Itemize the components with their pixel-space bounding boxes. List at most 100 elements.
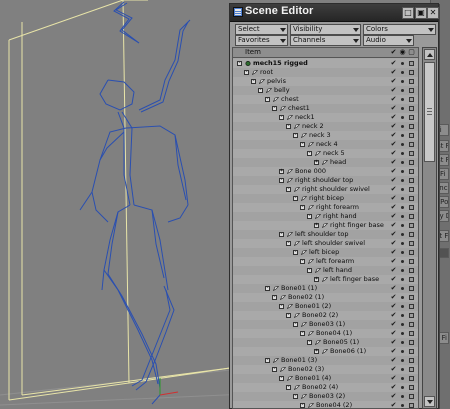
visibility-dot-icon[interactable] [401, 278, 404, 281]
visibility-dot-icon[interactable] [401, 206, 404, 209]
visibility-dot-icon[interactable] [401, 143, 404, 146]
maximize-button[interactable]: ▣ [415, 7, 427, 19]
color-swatch-icon[interactable] [409, 97, 414, 102]
active-check-icon[interactable]: ✔ [390, 78, 397, 85]
active-check-icon[interactable]: ✔ [390, 150, 397, 157]
item-column-header[interactable]: Item [245, 48, 261, 57]
collapse-toggle-icon[interactable]: - [293, 196, 298, 201]
scroll-up-button[interactable] [424, 49, 435, 60]
active-check-icon[interactable]: ✔ [390, 195, 397, 202]
active-check-icon[interactable]: ✔ [390, 204, 397, 211]
active-check-icon[interactable]: ✔ [390, 267, 397, 274]
active-check-icon[interactable]: ✔ [390, 312, 397, 319]
tree-bone-row[interactable]: - chest1 ✔ [233, 104, 418, 113]
color-swatch-icon[interactable] [409, 349, 414, 354]
active-check-icon[interactable]: ✔ [390, 141, 397, 148]
color-swatch-icon[interactable] [409, 286, 414, 291]
color-swatch-icon[interactable] [409, 367, 414, 372]
vertical-scrollbar[interactable] [422, 47, 437, 409]
tree-bone-row[interactable]: - Bone05 (1) ✔ [233, 338, 418, 347]
collapse-toggle-icon[interactable]: - [265, 286, 270, 291]
collapse-toggle-icon[interactable]: - [286, 241, 291, 246]
visibility-dot-icon[interactable] [401, 179, 404, 182]
color-swatch-icon[interactable] [409, 187, 414, 192]
active-check-icon[interactable]: ✔ [390, 330, 397, 337]
collapse-toggle-icon[interactable]: - [286, 187, 291, 192]
visibility-dot-icon[interactable] [401, 350, 404, 353]
visibility-dot-icon[interactable] [401, 224, 404, 227]
tree-object-row[interactable]: - mech15 rigged ✔ [233, 59, 418, 68]
visibility-dot-icon[interactable] [401, 197, 404, 200]
active-check-icon[interactable]: ✔ [390, 231, 397, 238]
scene-editor-titlebar[interactable]: Scene Editor □ ▣ ✕ [230, 4, 439, 22]
collapse-toggle-icon[interactable]: - [265, 358, 270, 363]
visibility-dot-icon[interactable] [401, 359, 404, 362]
collapse-toggle-icon[interactable]: - [265, 97, 270, 102]
collapse-toggle-icon[interactable]: - [244, 70, 249, 75]
active-check-icon[interactable]: ✔ [390, 402, 397, 409]
expand-toggle-icon[interactable]: + [279, 169, 284, 174]
collapse-toggle-icon[interactable]: - [307, 214, 312, 219]
color-swatch-icon[interactable] [409, 259, 414, 264]
collapse-toggle-icon[interactable]: - [279, 376, 284, 381]
color-swatch-icon[interactable] [409, 313, 414, 318]
collapse-toggle-icon[interactable]: - [293, 394, 298, 399]
collapse-toggle-icon[interactable]: - [300, 259, 305, 264]
color-swatch-icon[interactable] [409, 196, 414, 201]
tree-bone-row[interactable]: - neck1 ✔ [233, 113, 418, 122]
active-check-icon[interactable]: ✔ [390, 105, 397, 112]
visibility-dot-icon[interactable] [401, 305, 404, 308]
collapse-toggle-icon[interactable]: - [286, 385, 291, 390]
color-swatch-icon[interactable] [409, 214, 414, 219]
color-swatch-icon[interactable] [409, 385, 414, 390]
active-check-icon[interactable]: ✔ [390, 285, 397, 292]
active-check-icon[interactable]: ✔ [390, 60, 397, 67]
tree-bone-row[interactable]: - neck 3 ✔ [233, 131, 418, 140]
tree-bone-row[interactable]: - Bone01 (1) ✔ [233, 284, 418, 293]
color-swatch-icon[interactable] [409, 61, 414, 66]
item-tree[interactable]: Item ✔ ◉ ▢ - mech15 rigged ✔ - root ✔ - pelvis ✔… [232, 47, 419, 409]
collapse-toggle-icon[interactable]: - [293, 133, 298, 138]
visibility-dot-icon[interactable] [401, 314, 404, 317]
visibility-dot-icon[interactable] [401, 341, 404, 344]
active-column-icon[interactable]: ✔ [390, 48, 397, 57]
tree-bone-row[interactable]: - neck 4 ✔ [233, 140, 418, 149]
color-swatch-icon[interactable] [409, 340, 414, 345]
color-swatch-icon[interactable] [409, 403, 414, 408]
visibility-dot-icon[interactable] [401, 287, 404, 290]
visibility-dot-icon[interactable] [401, 188, 404, 191]
visibility-dropdown[interactable]: Visibility [290, 24, 361, 35]
color-swatch-icon[interactable] [409, 232, 414, 237]
collapse-toggle-icon[interactable]: - [279, 232, 284, 237]
visibility-column-icon[interactable]: ◉ [399, 48, 406, 57]
collapse-toggle-icon[interactable]: - [300, 142, 305, 147]
color-swatch-icon[interactable] [409, 133, 414, 138]
scroll-down-button[interactable] [424, 396, 435, 407]
color-swatch-icon[interactable] [409, 268, 414, 273]
tree-bone-row[interactable]: - Bone01 (4) ✔ [233, 374, 418, 383]
visibility-dot-icon[interactable] [401, 260, 404, 263]
tree-bone-row[interactable]: - right forearm ✔ [233, 203, 418, 212]
scroll-thumb[interactable] [424, 62, 435, 162]
color-swatch-icon[interactable] [409, 115, 414, 120]
tree-bone-row[interactable]: - right shoulder swivel ✔ [233, 185, 418, 194]
expand-toggle-icon[interactable]: + [314, 223, 319, 228]
collapse-toggle-icon[interactable]: - [272, 106, 277, 111]
visibility-dot-icon[interactable] [401, 215, 404, 218]
tree-bone-row[interactable]: - Bone01 (3) ✔ [233, 356, 418, 365]
tree-bone-row[interactable]: - left forearm ✔ [233, 257, 418, 266]
visibility-dot-icon[interactable] [401, 116, 404, 119]
collapse-toggle-icon[interactable]: - [307, 268, 312, 273]
visibility-dot-icon[interactable] [401, 386, 404, 389]
visibility-dot-icon[interactable] [401, 251, 404, 254]
active-check-icon[interactable]: ✔ [390, 132, 397, 139]
color-swatch-icon[interactable] [409, 106, 414, 111]
select-dropdown[interactable]: Select [235, 24, 288, 35]
visibility-dot-icon[interactable] [401, 80, 404, 83]
color-swatch-icon[interactable] [409, 169, 414, 174]
tree-bone-row[interactable]: - belly ✔ [233, 86, 418, 95]
active-check-icon[interactable]: ✔ [390, 159, 397, 166]
active-check-icon[interactable]: ✔ [390, 258, 397, 265]
collapse-toggle-icon[interactable]: - [300, 403, 305, 408]
collapse-toggle-icon[interactable]: - [237, 61, 242, 66]
